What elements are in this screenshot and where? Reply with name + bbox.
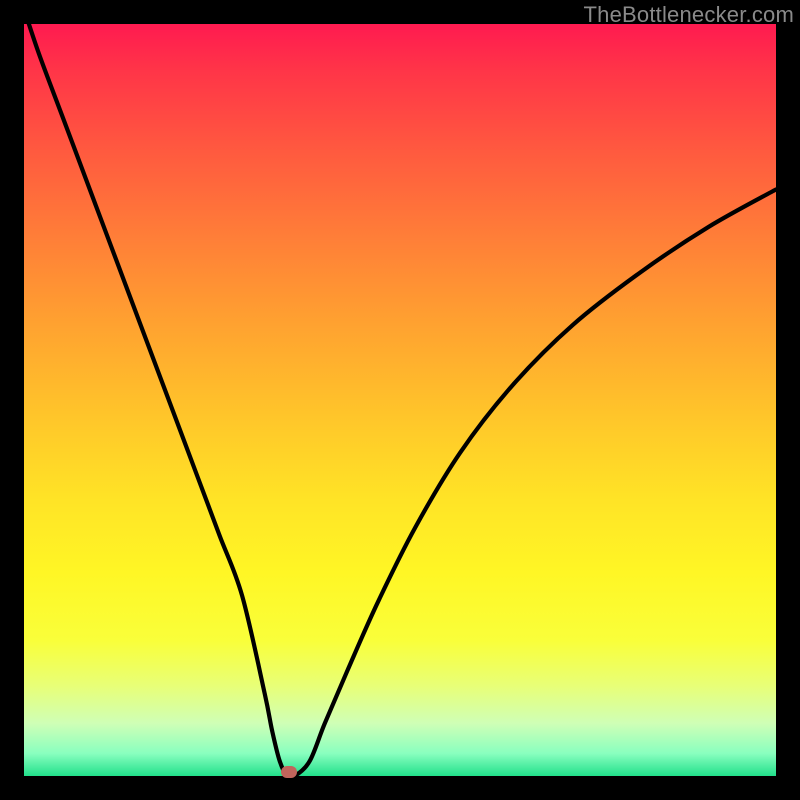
optimal-point-marker [281, 766, 297, 778]
chart-frame: TheBottlenecker.com [0, 0, 800, 800]
watermark-text: TheBottlenecker.com [584, 2, 794, 28]
chart-plot-area [24, 24, 776, 776]
bottleneck-curve [24, 24, 776, 776]
